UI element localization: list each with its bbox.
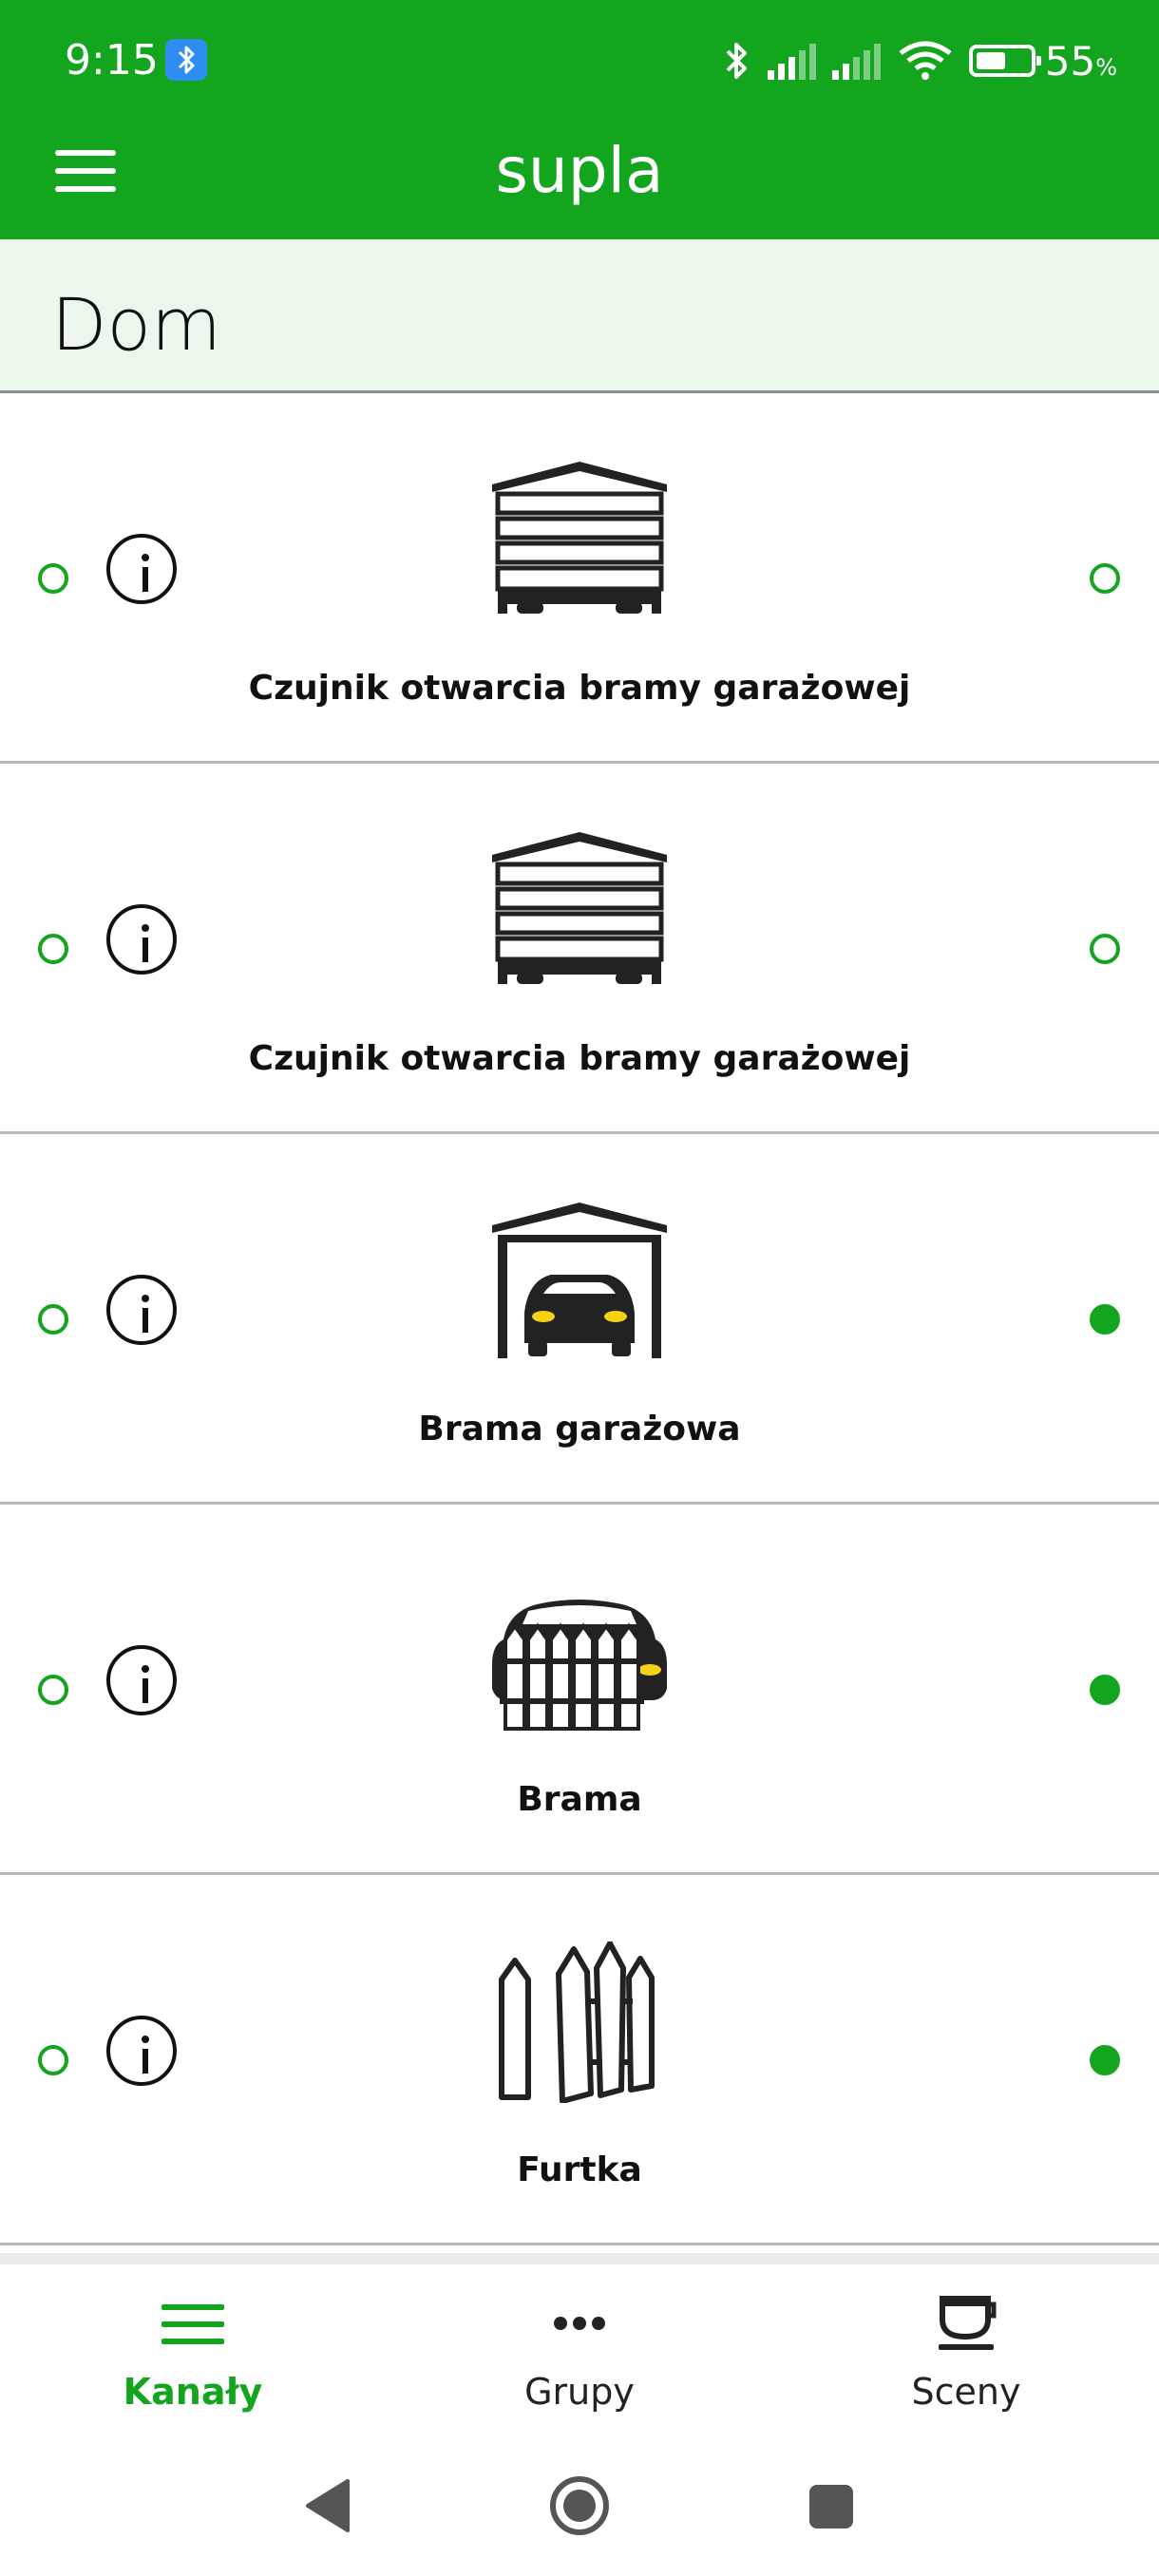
garage-door-closed-icon [492, 462, 667, 614]
nav-tab-sceny[interactable]: Sceny [773, 2264, 1159, 2443]
channel-row-1[interactable]: Czujnik otwarcia bramy garażowej [0, 393, 1159, 764]
connection-status-left [38, 934, 68, 964]
channel-caption: Furtka [517, 2150, 642, 2189]
list-icon [162, 2304, 224, 2344]
nav-label: Kanały [123, 2371, 263, 2413]
info-icon [142, 1665, 149, 1703]
info-button[interactable] [106, 1275, 177, 1345]
info-icon [142, 554, 149, 592]
back-icon[interactable] [304, 2477, 352, 2534]
bluetooth-notification-icon [165, 39, 207, 81]
channel-state-indicator [1090, 1675, 1120, 1705]
channel-row-3[interactable]: Brama garażowa [0, 1134, 1159, 1505]
channel-state-indicator [1090, 1304, 1120, 1335]
location-name: Dom [51, 282, 222, 367]
signal-icon-2 [831, 44, 881, 80]
app-title: supla [495, 134, 664, 207]
channel-state-indicator [1090, 2045, 1120, 2075]
info-icon [142, 1295, 149, 1333]
info-button[interactable] [106, 2016, 177, 2086]
battery-fill [976, 52, 1005, 69]
nav-tab-kanaly[interactable]: Kanały [0, 2264, 386, 2443]
system-navigation-bar [0, 2443, 1159, 2576]
gate-with-car-icon [492, 1600, 667, 1731]
status-time: 9:15 [65, 36, 159, 85]
info-icon [142, 2036, 149, 2074]
channel-caption: Brama garażowa [418, 1410, 741, 1449]
app-bar: 9:15 55% supla [0, 0, 1159, 239]
connection-status-left [38, 1675, 68, 1705]
info-button[interactable] [106, 534, 177, 604]
dots-icon [554, 2317, 605, 2330]
channel-state-indicator [1090, 934, 1120, 964]
nav-label: Sceny [911, 2371, 1021, 2413]
connection-status-left [38, 1304, 68, 1335]
signal-icon [767, 44, 816, 80]
channel-caption: Czujnik otwarcia bramy garażowej [248, 1039, 911, 1078]
info-button[interactable] [106, 904, 177, 975]
channel-caption: Czujnik otwarcia bramy garażowej [248, 669, 911, 708]
recents-icon[interactable] [808, 2483, 855, 2530]
battery-percent: 55% [1044, 37, 1117, 85]
info-icon [142, 924, 149, 962]
wicket-gate-icon [499, 1941, 655, 2103]
home-icon[interactable] [547, 2473, 612, 2538]
channel-caption: Brama [517, 1780, 642, 1819]
nav-label: Grupy [524, 2371, 635, 2413]
channel-row-5[interactable]: Furtka [0, 1875, 1159, 2245]
battery-icon [968, 45, 1041, 77]
info-button[interactable] [106, 1645, 177, 1715]
channel-row-4[interactable]: Brama [0, 1505, 1159, 1875]
location-header[interactable]: Dom [0, 239, 1159, 393]
connection-status-left [38, 2045, 68, 2075]
nav-tab-grupy[interactable]: Grupy [387, 2264, 772, 2443]
bottom-navigation: Kanały Grupy Sceny [0, 2253, 1159, 2443]
channel-row-2[interactable]: Czujnik otwarcia bramy garażowej [0, 764, 1159, 1134]
channel-state-indicator [1090, 563, 1120, 594]
connection-status-left [38, 563, 68, 594]
status-icons: 55% [718, 32, 1117, 89]
garage-with-car-icon [492, 1203, 667, 1358]
bluetooth-icon [726, 43, 747, 79]
cup-icon [939, 2296, 997, 2350]
garage-door-closed-icon [492, 832, 667, 984]
wifi-icon [899, 41, 952, 80]
